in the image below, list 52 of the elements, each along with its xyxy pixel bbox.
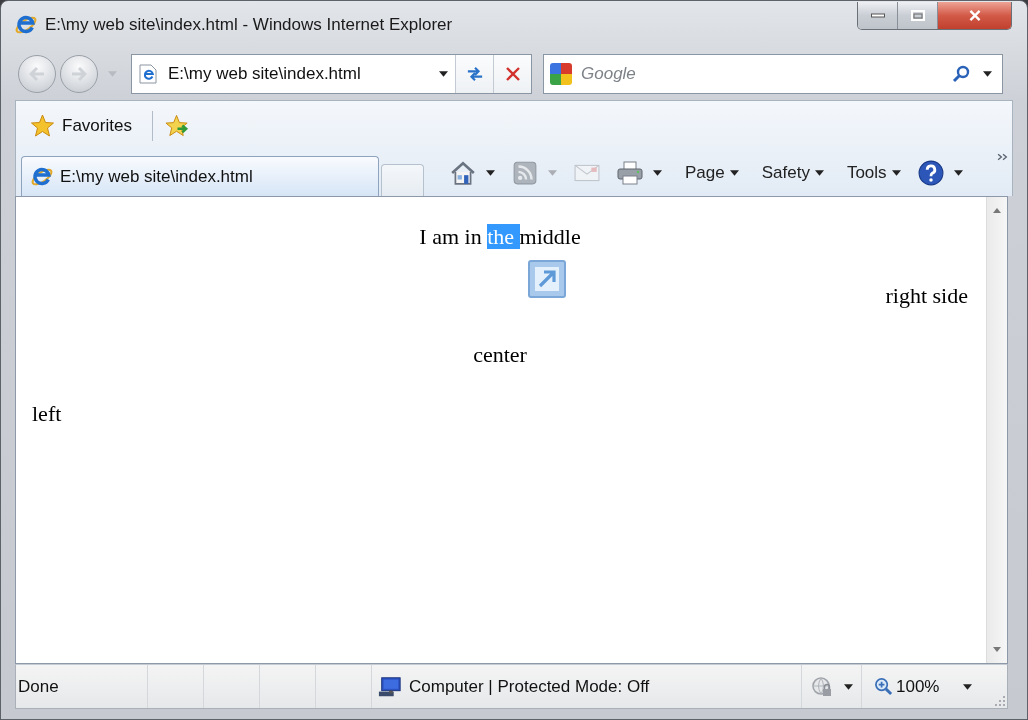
left-arrow-icon: [29, 67, 45, 81]
star-icon: [30, 114, 55, 137]
scroll-up-icon[interactable]: [993, 208, 1001, 213]
caret-icon: [891, 170, 901, 176]
caret-icon: [953, 170, 963, 176]
zoom-icon: [874, 677, 893, 696]
search-icon[interactable]: [952, 65, 970, 83]
status-text: Done: [18, 676, 59, 697]
window-title: E:\my web site\index.html - Windows Internet Explorer: [45, 14, 453, 35]
browser-tab[interactable]: E:\my web site\index.html: [21, 156, 379, 196]
right-arrow-icon: [71, 67, 87, 81]
menu-button[interactable]: Page: [683, 158, 741, 188]
chevron-icon[interactable]: [997, 153, 1008, 161]
caret-icon: [814, 170, 824, 176]
scroll-down-icon[interactable]: [993, 647, 1001, 652]
computer-icon: [378, 675, 402, 698]
search-box[interactable]: Google: [543, 54, 1003, 94]
security-zone-text: Computer | Protected Mode: Off: [409, 676, 650, 697]
page-text: left: [32, 401, 62, 426]
help-button[interactable]: [915, 158, 965, 188]
close-icon: [967, 10, 982, 21]
new-tab-button[interactable]: [381, 164, 424, 196]
minimize-button[interactable]: [858, 2, 898, 29]
caret-icon: [729, 170, 739, 176]
menu-button[interactable]: Safety: [759, 158, 826, 188]
star-arrow-icon: [164, 114, 190, 137]
printer-icon: [617, 160, 643, 186]
zoom-button[interactable]: 100%: [874, 671, 940, 702]
menu-button[interactable]: Tools: [844, 158, 903, 188]
caret-icon: [486, 170, 495, 176]
globe-lock-icon: [810, 675, 834, 698]
feed-icon: [512, 160, 538, 186]
maximize-icon: [910, 10, 925, 21]
resize-grip-icon[interactable]: [995, 696, 1005, 706]
vertical-scrollbar[interactable]: [986, 197, 1007, 663]
arrow-square-icon[interactable]: [528, 260, 566, 298]
close-button[interactable]: [938, 2, 1011, 29]
home-icon: [450, 160, 476, 186]
caret-icon: [844, 683, 853, 690]
multicolor-logo-icon[interactable]: [550, 63, 572, 85]
page-text: I am in the middle: [419, 224, 581, 249]
maximize-button[interactable]: [898, 2, 938, 29]
caret-icon[interactable]: [963, 683, 973, 690]
page-text: center: [473, 342, 527, 367]
help-icon: [917, 160, 944, 186]
search-field[interactable]: Google: [572, 61, 944, 87]
caret-icon: [653, 170, 662, 176]
page-text: right side: [885, 283, 968, 308]
print-button[interactable]: [615, 158, 664, 188]
caret-icon[interactable]: [983, 71, 992, 77]
favorites-button[interactable]: Favorites: [26, 108, 136, 143]
caret-icon: [548, 170, 557, 176]
